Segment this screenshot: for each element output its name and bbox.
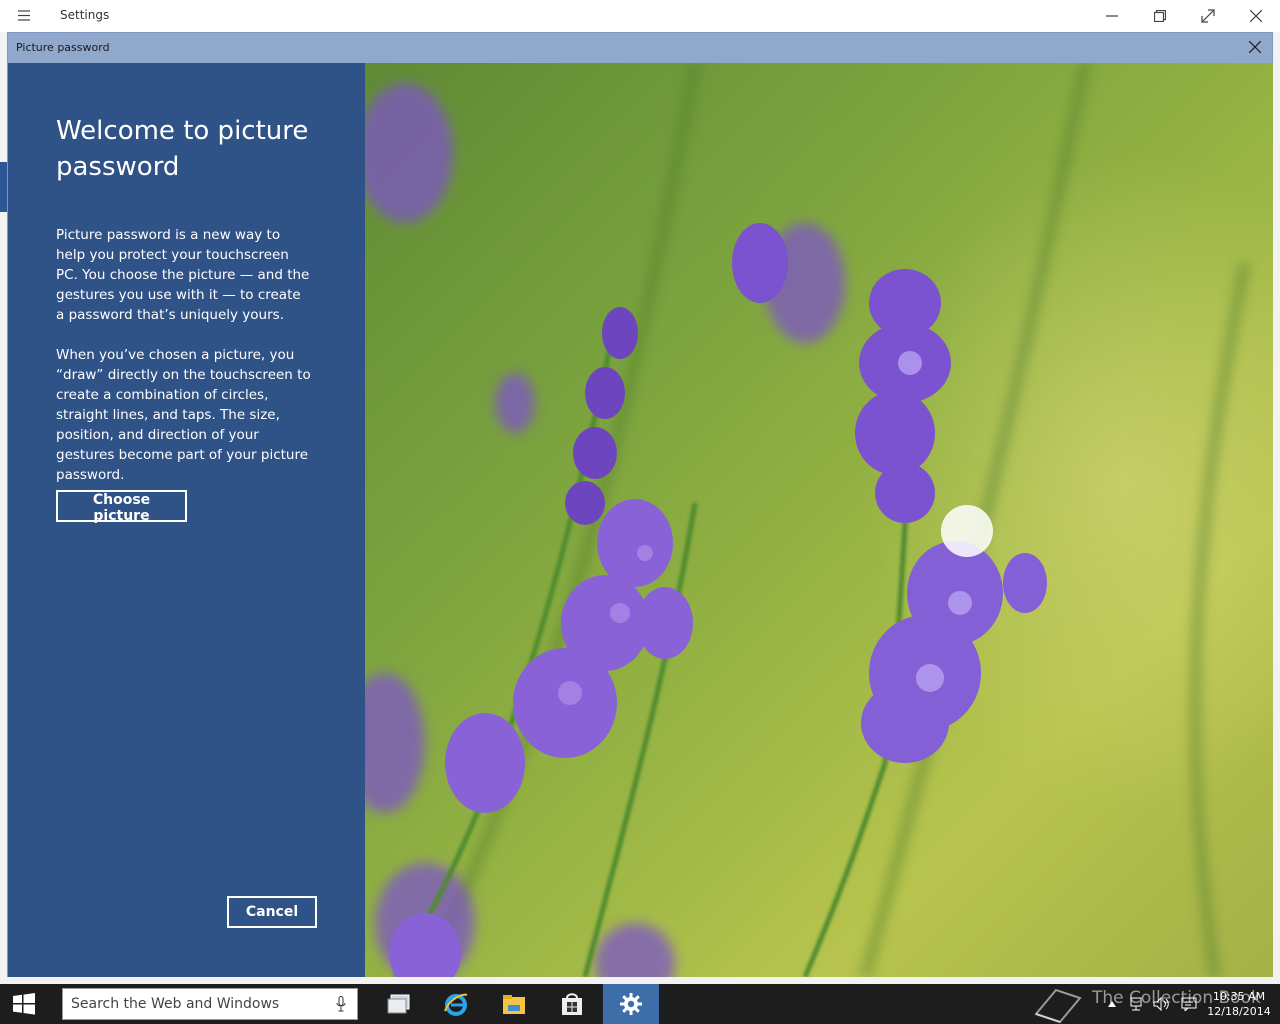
- app-title: Settings: [60, 8, 110, 22]
- minimize-button[interactable]: [1088, 0, 1136, 32]
- lavender-picture[interactable]: [365, 63, 1273, 977]
- clock-time: 10:35 AM: [1212, 990, 1266, 1003]
- file-explorer-icon: [503, 995, 525, 1014]
- minimize-icon: [1106, 15, 1118, 17]
- book-logo-icon: [1034, 988, 1082, 1024]
- close-icon: [1250, 10, 1262, 22]
- show-hidden-icons-icon: [1108, 1001, 1116, 1007]
- task-view-icon: [387, 994, 410, 1014]
- choose-picture-button[interactable]: Choose picture: [56, 490, 187, 524]
- close-button[interactable]: [1232, 0, 1280, 32]
- show-hidden-icons-button[interactable]: [1104, 984, 1120, 1024]
- store-button[interactable]: [544, 984, 600, 1024]
- lavender-illustration: [365, 63, 1273, 977]
- dialog-titlebar: Picture password: [8, 33, 1272, 63]
- touch-point-indicator: [941, 505, 993, 557]
- hamburger-icon[interactable]: [10, 5, 38, 27]
- start-button[interactable]: [0, 984, 48, 1024]
- restore-icon: [1154, 10, 1166, 22]
- close-icon: [1249, 41, 1261, 53]
- file-explorer-button[interactable]: [486, 984, 542, 1024]
- taskbar: The Collection Book 10:35 AM 12/18/2014: [0, 984, 1280, 1024]
- search-box[interactable]: [62, 988, 358, 1020]
- clock-date: 12/18/2014: [1207, 1005, 1271, 1018]
- task-view-button[interactable]: [371, 984, 427, 1024]
- intro-paragraph: Picture password is a new way to help yo…: [56, 227, 310, 323]
- fullscreen-button[interactable]: [1184, 0, 1232, 32]
- fullscreen-icon: [1201, 9, 1215, 23]
- dialog-close-button[interactable]: [1240, 33, 1270, 61]
- internet-explorer-icon: [444, 993, 468, 1016]
- restore-button[interactable]: [1136, 0, 1184, 32]
- network-icon: [1130, 997, 1142, 1011]
- picture-password-dialog: Picture password Welcome to picture pass…: [7, 32, 1273, 977]
- settings-taskbar-button[interactable]: [603, 984, 659, 1024]
- intro-panel: Welcome to picture password Picture pass…: [8, 63, 365, 977]
- microphone-icon[interactable]: [335, 996, 347, 1012]
- clock[interactable]: 10:35 AM 12/18/2014: [1204, 989, 1274, 1019]
- windows-start-icon: [13, 993, 35, 1015]
- internet-explorer-button[interactable]: [428, 984, 484, 1024]
- volume-button[interactable]: [1152, 984, 1172, 1024]
- settings-gear-icon: [620, 993, 642, 1015]
- dialog-title: Picture password: [16, 41, 110, 54]
- search-input[interactable]: [63, 989, 327, 1019]
- action-center-button[interactable]: [1178, 984, 1200, 1024]
- cancel-button[interactable]: Cancel: [227, 896, 317, 928]
- volume-icon: [1153, 997, 1169, 1011]
- store-icon: [562, 993, 582, 1015]
- network-button[interactable]: [1128, 984, 1148, 1024]
- page-title: Welcome to picture password: [56, 116, 309, 182]
- instructions-paragraph: When you’ve chosen a picture, you “draw”…: [56, 347, 311, 483]
- action-center-icon: [1181, 997, 1197, 1011]
- settings-titlebar: Settings: [0, 0, 1280, 32]
